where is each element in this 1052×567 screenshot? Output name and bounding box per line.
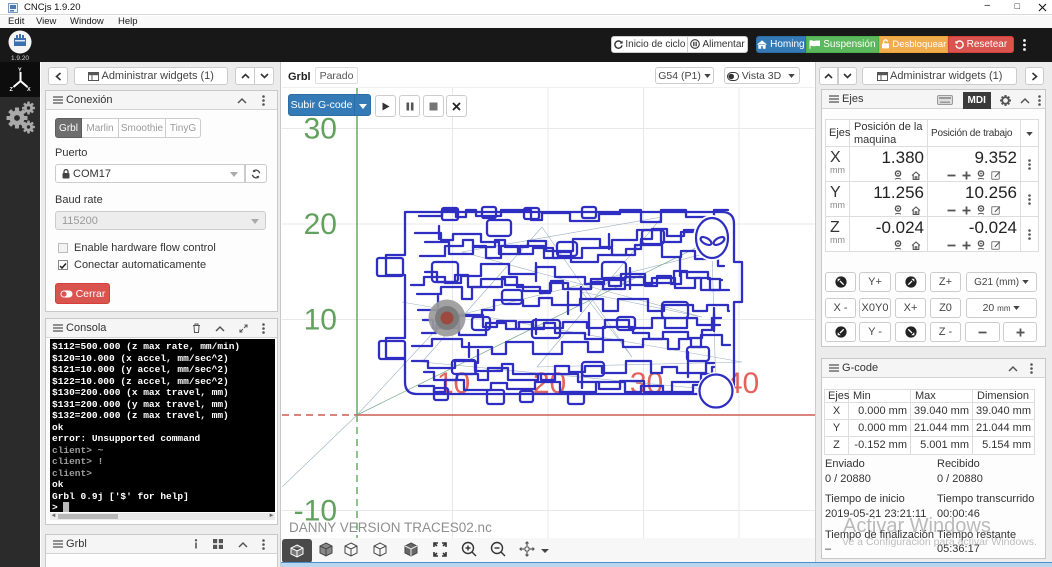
svg-text:Y: Y xyxy=(18,68,22,74)
svg-text:30: 30 xyxy=(304,113,337,146)
svg-text:20: 20 xyxy=(304,208,337,241)
svg-text:Z: Z xyxy=(10,87,14,93)
svg-text:DANNY VERSION TRACES02.nc: DANNY VERSION TRACES02.nc xyxy=(289,520,492,535)
svg-text:X: X xyxy=(27,87,31,93)
svg-text:10: 10 xyxy=(304,304,337,337)
